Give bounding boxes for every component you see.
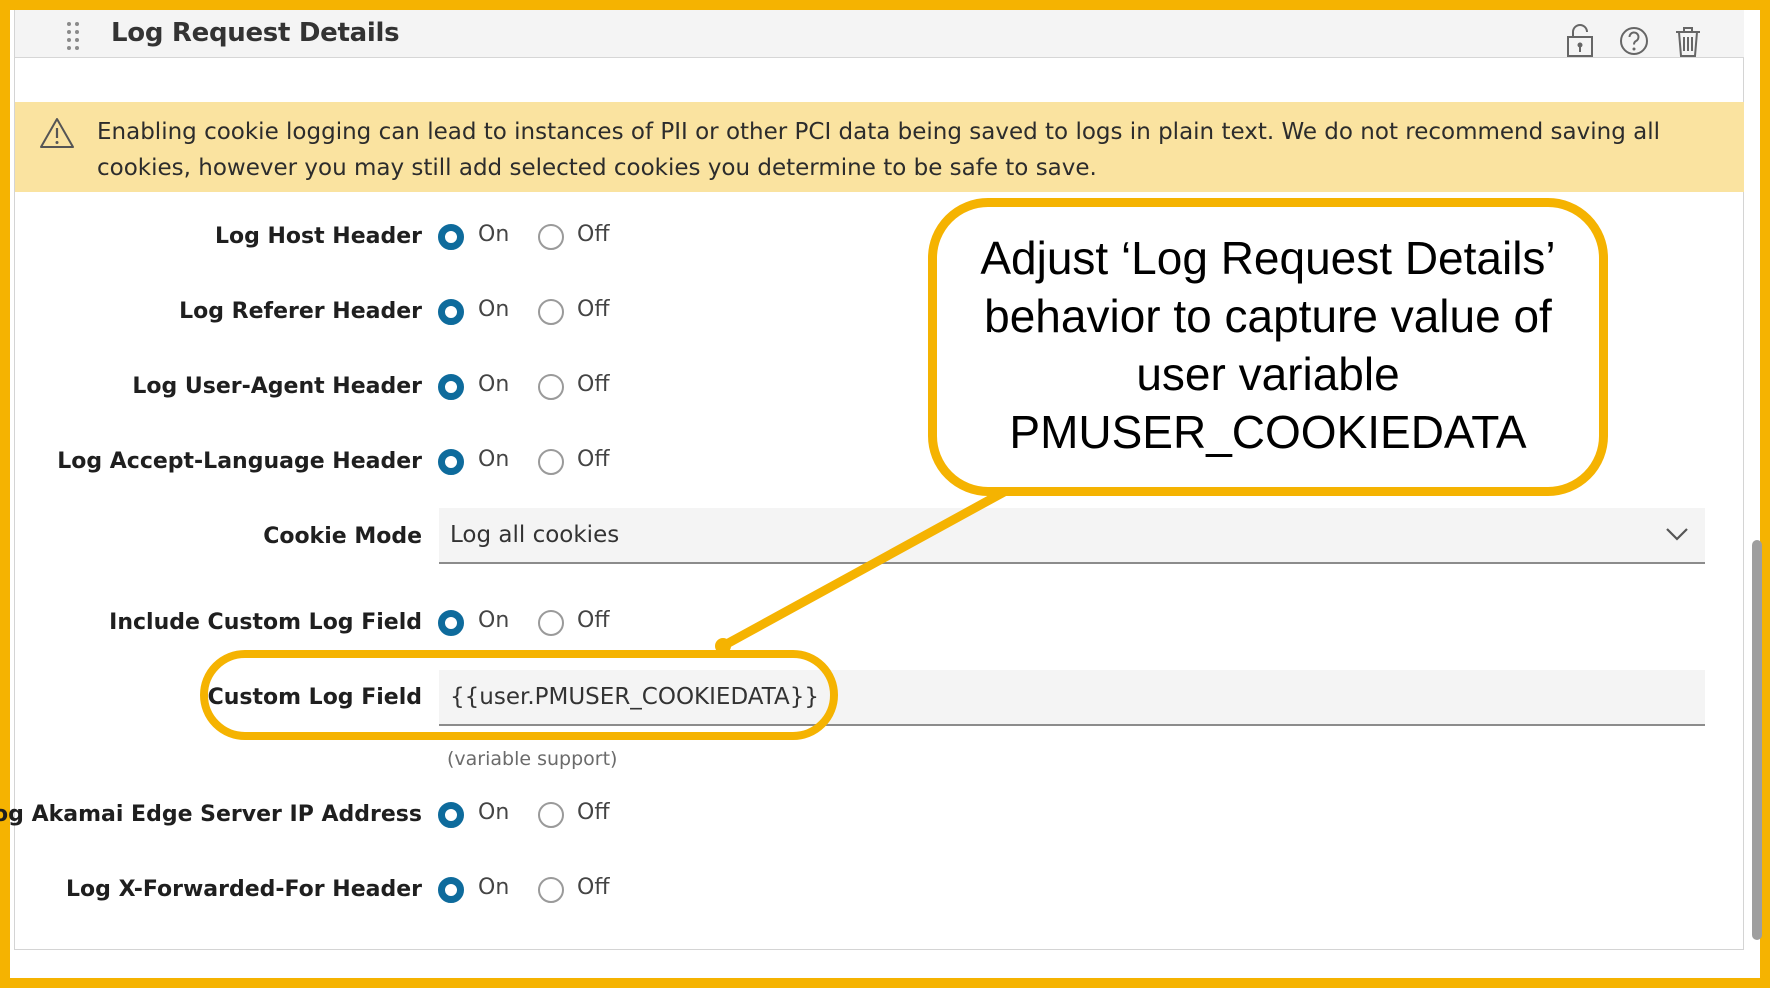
panel-header: Log Request Details — [15, 10, 1744, 58]
log-x-forwarded-for-on-radio[interactable] — [438, 877, 464, 903]
warning-text: Enabling cookie logging can lead to inst… — [97, 119, 1660, 181]
radio-on-label: On — [478, 297, 510, 322]
chevron-down-icon — [1666, 528, 1688, 541]
radio-off-label: Off — [577, 875, 610, 900]
log-referer-header-label: Log Referer Header — [179, 299, 422, 324]
annotation-text: Adjust ‘Log Request Details’ behavior to… — [980, 232, 1556, 458]
panel-title: Log Request Details — [111, 18, 400, 48]
log-host-header-off-radio[interactable] — [538, 224, 564, 250]
log-accept-language-header-label: Log Accept-Language Header — [57, 449, 422, 474]
variable-support-hint: (variable support) — [447, 748, 618, 770]
custom-log-field-highlight — [200, 650, 838, 740]
cookie-mode-label: Cookie Mode — [263, 524, 422, 549]
annotation-callout: Adjust ‘Log Request Details’ behavior to… — [928, 198, 1608, 496]
radio-off-label: Off — [577, 608, 610, 633]
log-host-header-label: Log Host Header — [214, 224, 422, 249]
log-edge-server-ip-off-radio[interactable] — [538, 802, 564, 828]
warning-triangle-icon — [40, 118, 74, 148]
radio-on-label: On — [478, 372, 510, 397]
log-user-agent-header-label: Log User-Agent Header — [132, 374, 422, 399]
radio-on-label: On — [478, 875, 510, 900]
log-user-agent-header-off-radio[interactable] — [538, 374, 564, 400]
log-accept-language-header-on-radio[interactable] — [438, 449, 464, 475]
log-referer-header-on-radio[interactable] — [438, 299, 464, 325]
log-x-forwarded-for-off-radio[interactable] — [538, 877, 564, 903]
include-custom-log-field-on-radio[interactable] — [438, 610, 464, 636]
radio-on-label: On — [478, 608, 510, 633]
log-host-header-on-radio[interactable] — [438, 224, 464, 250]
include-custom-log-field-off-radio[interactable] — [538, 610, 564, 636]
cookie-mode-select[interactable]: Log all cookies — [439, 508, 1705, 564]
radio-off-label: Off — [577, 297, 610, 322]
radio-off-label: Off — [577, 447, 610, 472]
radio-on-label: On — [478, 447, 510, 472]
radio-off-label: Off — [577, 372, 610, 397]
log-user-agent-header-on-radio[interactable] — [438, 374, 464, 400]
log-referer-header-off-radio[interactable] — [538, 299, 564, 325]
cookie-warning-banner: Enabling cookie logging can lead to inst… — [15, 102, 1744, 192]
log-edge-server-ip-on-radio[interactable] — [438, 802, 464, 828]
log-edge-server-ip-label: Log Akamai Edge Server IP Address — [0, 802, 422, 827]
radio-off-label: Off — [577, 222, 610, 247]
help-icon[interactable] — [1618, 24, 1650, 58]
scrollbar[interactable] — [1752, 540, 1762, 940]
log-x-forwarded-for-label: Log X-Forwarded-For Header — [66, 877, 422, 902]
include-custom-log-field-label: Include Custom Log Field — [109, 610, 422, 635]
lock-icon[interactable] — [1564, 24, 1596, 58]
drag-handle-icon[interactable] — [67, 22, 81, 50]
radio-off-label: Off — [577, 800, 610, 825]
trash-icon[interactable] — [1672, 24, 1704, 58]
radio-on-label: On — [478, 222, 510, 247]
cookie-mode-value: Log all cookies — [450, 522, 620, 548]
radio-on-label: On — [478, 800, 510, 825]
log-accept-language-header-off-radio[interactable] — [538, 449, 564, 475]
